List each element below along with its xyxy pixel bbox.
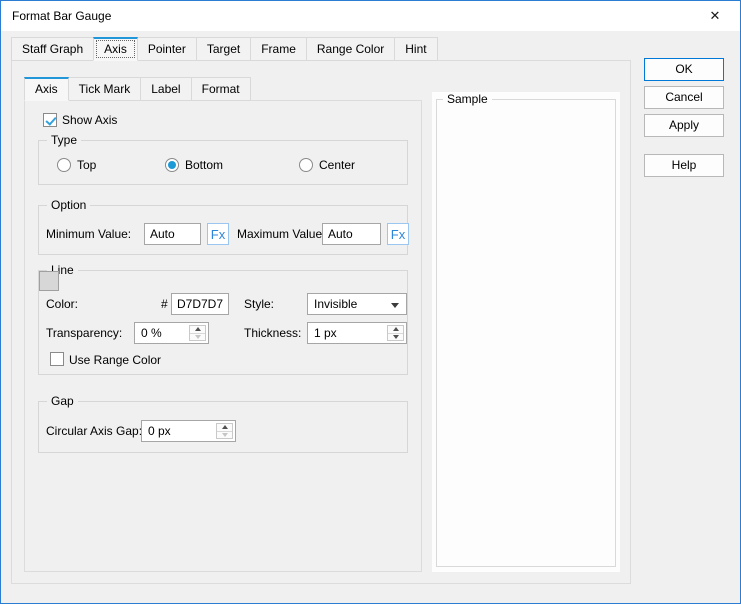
sample-group: Sample bbox=[436, 92, 616, 567]
tab-label: Range Color bbox=[316, 42, 385, 56]
axis-subtab-page: Show Axis Type Top Bottom Center Option … bbox=[24, 100, 422, 572]
subtab-label: Tick Mark bbox=[78, 82, 131, 96]
radio-center-label: Center bbox=[319, 158, 356, 172]
radio-bottom-icon bbox=[165, 158, 179, 172]
type-group: Type Top Bottom Center bbox=[38, 133, 408, 185]
color-label: Color: bbox=[46, 297, 79, 311]
show-axis-label: Show Axis bbox=[62, 113, 118, 127]
circular-axis-gap-input[interactable]: 0 px bbox=[141, 420, 236, 442]
tab-label: Hint bbox=[405, 42, 427, 56]
sub-tab-strip: Axis Tick Mark Label Format bbox=[24, 77, 251, 101]
tab-label: Pointer bbox=[147, 42, 186, 56]
minimum-value-label: Minimum Value: bbox=[46, 227, 132, 241]
apply-button[interactable]: Apply bbox=[644, 114, 724, 137]
fx-icon: Fx bbox=[210, 226, 226, 242]
color-swatch[interactable] bbox=[39, 271, 59, 291]
gap-group: Gap Circular Axis Gap: 0 px bbox=[38, 394, 408, 453]
option-group-title: Option bbox=[47, 198, 91, 212]
fx-icon: Fx bbox=[390, 226, 406, 242]
subtab-label: Format bbox=[201, 82, 240, 96]
color-hex-input[interactable] bbox=[171, 293, 229, 315]
maximum-value-input[interactable] bbox=[322, 223, 381, 245]
chevron-down-icon bbox=[391, 303, 399, 308]
minimum-fx-button[interactable]: Fx bbox=[207, 223, 229, 245]
window-title: Format Bar Gauge bbox=[12, 9, 112, 23]
subtab-format[interactable]: Format bbox=[190, 77, 251, 101]
sample-region: Sample bbox=[432, 92, 620, 572]
radio-center[interactable]: Center bbox=[299, 157, 355, 173]
subtab-tick-mark[interactable]: Tick Mark bbox=[67, 77, 142, 101]
tab-label: Target bbox=[206, 42, 241, 56]
arrow-up-icon bbox=[392, 327, 399, 332]
style-label: Style: bbox=[244, 297, 275, 311]
radio-bottom-label: Bottom bbox=[185, 158, 224, 172]
option-group: Option Minimum Value: Fx Maximum Value: … bbox=[38, 198, 409, 255]
spin-down-button[interactable] bbox=[388, 334, 403, 341]
maximum-value-label: Maximum Value: bbox=[237, 227, 326, 241]
circular-axis-gap-value: 0 px bbox=[148, 424, 171, 438]
transparency-label: Transparency: bbox=[46, 326, 123, 340]
type-group-title: Type bbox=[47, 133, 82, 147]
radio-top-icon bbox=[57, 158, 71, 172]
spin-up-button[interactable] bbox=[217, 424, 232, 432]
ok-button[interactable]: OK bbox=[644, 58, 724, 81]
tab-axis[interactable]: Axis bbox=[93, 37, 138, 61]
spin-up-button[interactable] bbox=[190, 326, 205, 334]
use-range-color-checkbox[interactable] bbox=[50, 352, 64, 366]
arrow-down-icon bbox=[221, 432, 228, 437]
circular-axis-gap-label: Circular Axis Gap: bbox=[46, 424, 143, 438]
close-icon: ✕ bbox=[709, 8, 721, 23]
title-bar: Format Bar Gauge ✕ bbox=[1, 1, 740, 31]
transparency-input[interactable]: 0 % bbox=[134, 322, 209, 344]
radio-center-icon bbox=[299, 158, 313, 172]
arrow-up-icon bbox=[221, 425, 228, 430]
style-dropdown[interactable]: Invisible bbox=[307, 293, 407, 315]
tab-label: Staff Graph bbox=[22, 42, 84, 56]
tab-frame[interactable]: Frame bbox=[250, 37, 307, 61]
style-dropdown-value: Invisible bbox=[314, 297, 358, 311]
circular-axis-gap-spinner bbox=[216, 423, 233, 439]
thickness-input[interactable]: 1 px bbox=[307, 322, 407, 344]
thickness-label: Thickness: bbox=[244, 326, 302, 340]
radio-bottom[interactable]: Bottom bbox=[165, 157, 223, 173]
use-range-color-label: Use Range Color bbox=[69, 353, 162, 367]
sample-group-title: Sample bbox=[443, 92, 492, 106]
tab-target[interactable]: Target bbox=[195, 37, 252, 61]
arrow-down-icon bbox=[194, 334, 201, 339]
spin-up-button[interactable] bbox=[388, 326, 403, 334]
help-button[interactable]: Help bbox=[644, 154, 724, 177]
tab-range-color[interactable]: Range Color bbox=[305, 37, 396, 61]
show-axis-checkbox[interactable] bbox=[43, 113, 57, 127]
thickness-value: 1 px bbox=[314, 326, 337, 340]
line-group: Line Color: # Style: Invisible Transpare… bbox=[38, 263, 408, 375]
hex-hash-label: # bbox=[161, 297, 168, 311]
subtab-axis[interactable]: Axis bbox=[24, 77, 69, 101]
gap-group-title: Gap bbox=[47, 394, 78, 408]
tab-label: Frame bbox=[261, 42, 296, 56]
arrow-down-icon bbox=[392, 334, 399, 339]
spin-down-button[interactable] bbox=[217, 432, 232, 439]
radio-top[interactable]: Top bbox=[57, 157, 96, 173]
subtab-label[interactable]: Label bbox=[140, 77, 192, 101]
tab-label: Axis bbox=[104, 42, 127, 56]
tab-hint[interactable]: Hint bbox=[394, 37, 438, 61]
transparency-value: 0 % bbox=[141, 326, 162, 340]
format-bar-gauge-dialog: Format Bar Gauge ✕ Staff Graph Axis Poin… bbox=[0, 0, 741, 604]
subtab-label: Label bbox=[151, 82, 181, 96]
radio-top-label: Top bbox=[77, 158, 97, 172]
arrow-up-icon bbox=[194, 327, 201, 332]
subtab-label: Axis bbox=[35, 82, 58, 96]
tab-pointer[interactable]: Pointer bbox=[136, 37, 197, 61]
minimum-value-input[interactable] bbox=[144, 223, 201, 245]
cancel-button[interactable]: Cancel bbox=[644, 86, 724, 109]
close-button[interactable]: ✕ bbox=[698, 4, 732, 28]
thickness-spinner bbox=[387, 325, 404, 341]
spin-down-button[interactable] bbox=[190, 334, 205, 341]
transparency-spinner bbox=[189, 325, 206, 341]
axis-tab-page: Axis Tick Mark Label Format Show Axis Ty… bbox=[11, 60, 631, 584]
maximum-fx-button[interactable]: Fx bbox=[387, 223, 409, 245]
tab-staff-graph[interactable]: Staff Graph bbox=[11, 37, 95, 61]
main-tab-strip: Staff Graph Axis Pointer Target Frame Ra… bbox=[11, 37, 438, 61]
